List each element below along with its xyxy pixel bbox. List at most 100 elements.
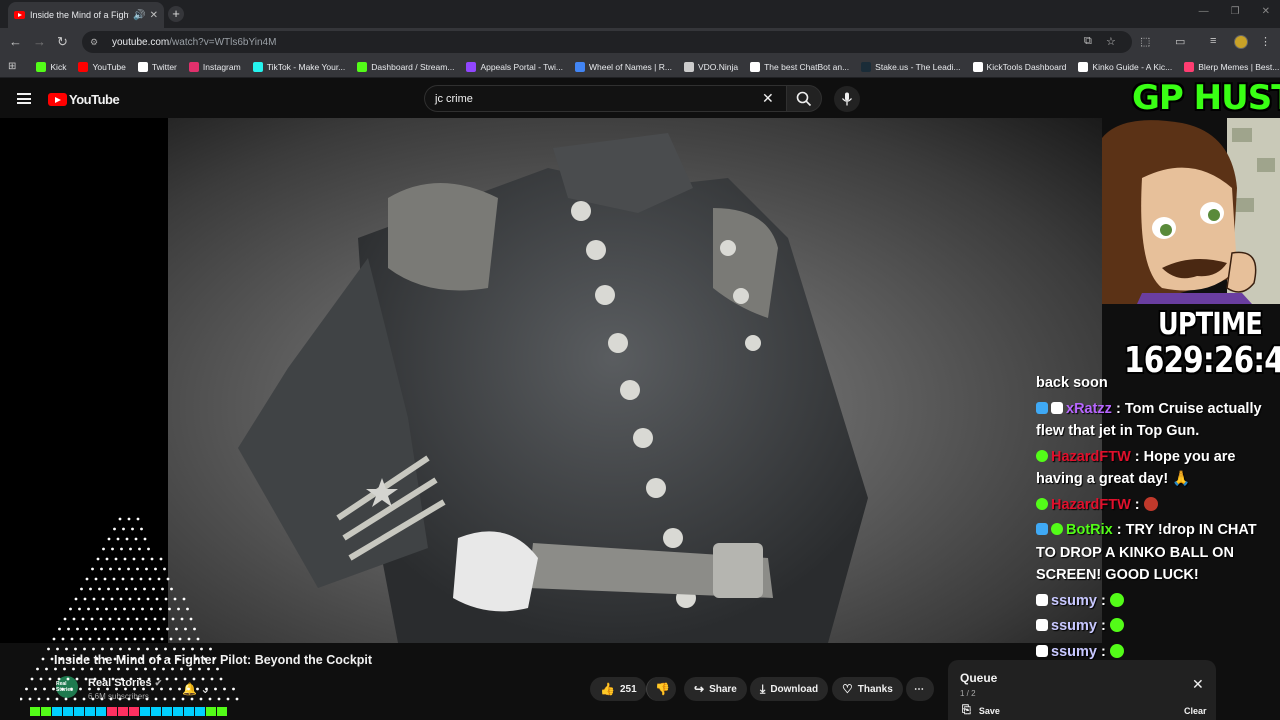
bookmark-item[interactable]: Kinko Guide - A Kic... <box>1078 61 1172 72</box>
clear-search-icon[interactable]: ✕ <box>762 90 774 107</box>
dislike-button[interactable]: 👎 <box>646 677 676 701</box>
hamburger-menu-icon[interactable] <box>17 93 31 104</box>
bookmark-item[interactable]: VDO.Ninja <box>683 61 738 72</box>
share-icon: ↪ <box>694 682 705 696</box>
dot <box>92 647 95 651</box>
share-button[interactable]: ↪ Share <box>684 677 747 701</box>
new-tab-button[interactable]: + <box>168 6 184 22</box>
audio-playing-icon[interactable]: 🔊 <box>133 10 145 21</box>
dot <box>103 627 106 631</box>
bookmark-item[interactable]: The best ChatBot an... <box>750 61 850 72</box>
bookmark-favicon-icon <box>972 61 983 72</box>
restore-icon[interactable]: ❐ <box>1231 6 1240 17</box>
close-window-icon[interactable]: ✕ <box>1262 6 1270 17</box>
bookmark-item[interactable]: Dashboard / Stream... <box>357 61 454 72</box>
dot <box>74 597 78 601</box>
bookmark-item[interactable]: Wheel of Names | R... <box>574 61 672 72</box>
dot <box>127 567 130 571</box>
dot <box>219 677 223 681</box>
strip-cell <box>217 707 227 716</box>
thanks-button[interactable]: ♡ Thanks <box>832 677 903 701</box>
youtube-logo[interactable]: YouTube <box>48 92 120 107</box>
bookmark-item[interactable]: Blerp Memes | Best... <box>1184 61 1279 72</box>
bot-badge-icon <box>1036 523 1048 535</box>
queue-save-button[interactable]: ⎘ Save <box>962 704 1000 717</box>
bookmark-star-icon[interactable]: ☆ <box>1106 35 1116 48</box>
like-button[interactable]: 👍 251 <box>590 677 646 701</box>
voice-search-button[interactable] <box>834 86 860 112</box>
chat-message: xRatzz : Tom Cruise actually flew that j… <box>1036 398 1280 443</box>
back-icon[interactable]: ← <box>9 34 22 49</box>
dot <box>212 657 216 661</box>
download-button[interactable]: ⤓ Download <box>750 677 829 701</box>
dot <box>155 597 159 601</box>
dot <box>178 637 182 641</box>
site-info-icon[interactable]: ⚙ <box>90 37 100 47</box>
dot <box>121 577 125 581</box>
bookmark-item[interactable]: Instagram <box>188 61 241 72</box>
dot <box>158 657 162 661</box>
search-input[interactable]: jc crime <box>424 85 786 112</box>
install-app-icon[interactable]: ⧉ <box>1084 35 1092 48</box>
strip-cell <box>96 707 106 716</box>
thumbs-up-icon: 👍 <box>600 682 615 696</box>
bookmark-label: Stake.us - The Leadi... <box>875 61 961 72</box>
dot <box>166 577 170 581</box>
dot <box>85 577 89 581</box>
bookmark-item[interactable]: KickTools Dashboard <box>972 61 1066 72</box>
dot <box>103 577 107 581</box>
strip-cell <box>74 707 84 716</box>
address-bar[interactable]: ⚙ youtube.com/watch?v=WTls6bYin4M <box>82 31 1132 53</box>
dot <box>66 677 70 681</box>
chat-separator: : <box>1096 643 1110 660</box>
dot <box>96 557 100 561</box>
dot <box>124 637 128 641</box>
dot <box>156 677 160 681</box>
minimize-icon[interactable]: — <box>1199 6 1209 17</box>
strip-cell <box>63 707 73 716</box>
queue-clear-button[interactable]: Clear <box>1184 706 1207 716</box>
search-button[interactable] <box>786 85 822 112</box>
queue-close-icon[interactable]: ✕ <box>1192 676 1204 693</box>
more-actions-button[interactable]: ⋯ <box>906 677 934 701</box>
cast-icon[interactable]: ▭ <box>1175 35 1185 48</box>
dot <box>61 637 65 641</box>
chat-username: BotRix <box>1066 522 1113 538</box>
dot <box>147 677 151 681</box>
dot <box>77 657 81 661</box>
bookmark-label: Wheel of Names | R... <box>588 61 672 72</box>
dot <box>85 627 88 631</box>
check-badge-icon <box>1036 449 1048 462</box>
browser-tab[interactable]: Inside the Mind of a Fighter 🔊 ✕ <box>8 2 164 28</box>
bookmark-favicon-icon <box>574 61 585 72</box>
reload-icon[interactable]: ↻ <box>57 34 68 50</box>
apps-grid-icon[interactable]: ⊞ <box>8 61 16 72</box>
menu-kebab-icon[interactable]: ⋮ <box>1260 35 1271 48</box>
dot <box>131 657 135 661</box>
bookmark-item[interactable]: Appeals Portal - Twi... <box>466 61 563 72</box>
bookmark-item[interactable]: Kick <box>36 61 66 72</box>
forward-icon[interactable]: → <box>33 34 46 49</box>
bookmark-item[interactable]: Twitter <box>137 61 177 72</box>
bookmark-label: The best ChatBot an... <box>764 61 850 72</box>
bookmark-item[interactable]: Stake.us - The Leadi... <box>861 61 961 72</box>
tab-close-icon[interactable]: ✕ <box>150 10 158 21</box>
dot <box>167 657 171 661</box>
bookmark-favicon-icon <box>861 61 872 72</box>
bookmark-favicon-icon <box>466 61 477 72</box>
dot <box>180 617 184 621</box>
profile-avatar[interactable] <box>1234 35 1248 49</box>
dot <box>115 687 118 691</box>
extensions-icon[interactable]: ⬚ <box>1140 35 1150 48</box>
bookmark-favicon-icon <box>188 61 199 72</box>
video-player[interactable] <box>168 118 1102 643</box>
dot <box>64 697 68 701</box>
dot <box>94 577 98 581</box>
strip-cell <box>206 707 216 716</box>
media-controls-icon[interactable]: ≡ <box>1210 35 1216 47</box>
bookmark-item[interactable]: TikTok - Make Your... <box>252 61 345 72</box>
dot <box>118 567 121 571</box>
bookmark-item[interactable]: YouTube <box>78 61 126 72</box>
dot <box>101 647 104 651</box>
dot <box>120 547 123 551</box>
